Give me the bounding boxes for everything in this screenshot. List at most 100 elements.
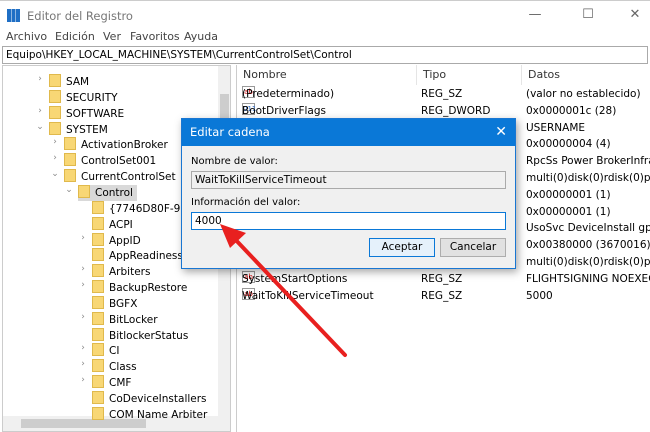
value-data: 5000	[526, 289, 553, 302]
column-header-nombre[interactable]: Nombre	[237, 65, 417, 85]
folder-icon	[92, 375, 104, 389]
folder-icon	[92, 295, 104, 309]
value-data: 0x00000004 (4)	[526, 138, 611, 151]
tree-item[interactable]: CI	[92, 343, 119, 359]
menu-favoritos[interactable]: Favoritos	[130, 30, 180, 43]
folder-icon	[49, 74, 61, 87]
tree-item[interactable]: CMF	[92, 375, 131, 391]
value-data: USERNAME	[526, 121, 586, 134]
expand-chevron-icon[interactable]: ⌄	[35, 122, 45, 132]
tree-item[interactable]: AppID	[92, 232, 141, 249]
value-data: FLIGHTSIGNING NOEXEC	[526, 272, 650, 285]
expand-chevron-icon[interactable]: ⌄	[50, 169, 60, 179]
value-name-text: (Predeterminado)	[242, 88, 335, 100]
tree-item-label: SECURITY	[66, 91, 118, 104]
tree-item[interactable]: BitlockerStatus	[92, 327, 189, 344]
value-data: 0x00380000 (3670016)	[526, 239, 650, 252]
tree-item[interactable]: ActivationBroker	[64, 137, 168, 153]
tree-item-label: BitLocker	[109, 313, 158, 326]
menu-ver[interactable]: Ver	[103, 30, 121, 43]
dialog-close-icon[interactable]: ✕	[495, 119, 507, 146]
tree-item-label: SOFTWARE	[66, 107, 125, 120]
tree-item-label: Class	[109, 361, 137, 374]
menu-bar: Archivo Edición Ver Favoritos Ayuda	[0, 30, 650, 46]
tree-item-label: BitlockerStatus	[109, 329, 189, 342]
tree-item[interactable]: Class	[92, 359, 137, 375]
folder-icon	[64, 169, 76, 183]
tree-item[interactable]: BackupRestore	[92, 280, 187, 296]
tree-item[interactable]: SYSTEM	[49, 121, 108, 138]
value-name-label: Nombre de valor:	[191, 156, 278, 167]
expand-chevron-icon[interactable]: ›	[78, 359, 88, 369]
value-data: RpcSs Power BrokerInfrast	[526, 155, 650, 168]
tree-item[interactable]: Control	[78, 184, 137, 201]
tree-item[interactable]: ControlSet001	[64, 153, 156, 169]
close-button[interactable]: ✕	[620, 5, 650, 25]
tree-item[interactable]: BitLocker	[92, 311, 158, 328]
menu-ayuda[interactable]: Ayuda	[184, 30, 218, 43]
expand-chevron-icon[interactable]: ›	[78, 264, 88, 274]
expand-chevron-icon[interactable]: ›	[78, 375, 88, 385]
value-data: multi(0)disk(0)rdisk(0)part	[526, 256, 650, 268]
tree-item-label: CurrentControlSet	[81, 171, 176, 184]
tree-item[interactable]: BGFX	[92, 295, 138, 312]
value-data-input[interactable]: 4000	[191, 212, 506, 230]
folder-icon	[92, 248, 104, 262]
tree-item-label: BGFX	[109, 297, 138, 310]
tree-item-label: Arbiters	[109, 266, 151, 279]
value-data: UsoSvc DeviceInstall gpsvc	[526, 222, 650, 235]
tree-item-label: AppReadiness	[109, 250, 183, 263]
value-data: 0x0000001c (28)	[526, 104, 617, 117]
dialog-title-text: Editar cadena	[190, 125, 270, 139]
expand-chevron-icon[interactable]: ›	[50, 153, 60, 163]
list-row[interactable]: ab SystemStartOptions REG_SZ FLIGHTSIGNING…	[237, 270, 650, 288]
expand-chevron-icon[interactable]: ›	[78, 312, 88, 322]
tree-item-label: ControlSet001	[81, 155, 157, 168]
value-data: multi(0)disk(0)rdisk(0)part	[526, 172, 650, 184]
list-row[interactable]: ab WaitToKillServiceTimeout REG_SZ 5000	[237, 287, 650, 305]
expand-chevron-icon[interactable]: ›	[35, 106, 45, 116]
maximize-button[interactable]: ☐	[573, 5, 603, 25]
folder-icon	[78, 184, 90, 198]
tree-item[interactable]: SECURITY	[49, 89, 118, 106]
expand-chevron-icon[interactable]: ›	[78, 280, 88, 290]
cancel-button[interactable]: Cancelar	[440, 238, 506, 257]
expand-chevron-icon[interactable]: ⌄	[64, 185, 74, 195]
tree-item-label: SYSTEM	[66, 123, 108, 136]
address-bar[interactable]: Equipo\HKEY_LOCAL_MACHINE\SYSTEM\Current…	[2, 46, 648, 64]
value-name-text: WaitToKillServiceTimeout	[242, 289, 374, 302]
minimize-button[interactable]: —	[520, 5, 550, 25]
folder-icon	[49, 89, 61, 103]
menu-edicion[interactable]: Edición	[55, 30, 95, 43]
tree-item[interactable]: COM Name Arbiter	[92, 406, 207, 423]
folder-icon	[92, 343, 104, 357]
tree-item[interactable]: AppReadiness	[92, 248, 183, 264]
expand-chevron-icon[interactable]: ›	[78, 343, 88, 353]
tree-item[interactable]: ACPI	[92, 216, 133, 233]
tree-item[interactable]: CurrentControlSet	[64, 169, 176, 185]
tree-item-label: SAM	[66, 76, 90, 88]
tree-item[interactable]: CoDeviceInstallers	[92, 391, 207, 407]
folder-icon	[92, 280, 104, 294]
expand-chevron-icon[interactable]: ›	[35, 74, 45, 84]
menu-archivo[interactable]: Archivo	[6, 30, 47, 43]
list-row[interactable]: ab (Predeterminado) REG_SZ (valor no establ…	[237, 86, 650, 103]
tree-item-label: BackupRestore	[109, 282, 188, 295]
column-header-datos[interactable]: Datos	[522, 65, 650, 85]
tree-item[interactable]: SOFTWARE	[49, 105, 125, 122]
window-title: Editor del Registro	[27, 9, 133, 23]
value-type: REG_SZ	[421, 272, 463, 285]
expand-chevron-icon[interactable]: ›	[50, 137, 60, 147]
tree-item-label: ACPI	[109, 218, 133, 231]
tree-item-label: CI	[109, 345, 120, 358]
accept-button[interactable]: Aceptar	[369, 238, 435, 257]
tree-item[interactable]: SAM	[49, 74, 89, 90]
expand-chevron-icon[interactable]: ›	[78, 233, 88, 243]
folder-icon	[92, 327, 104, 341]
column-header-tipo[interactable]: Tipo	[417, 65, 522, 85]
dialog-title: Editar cadena	[182, 119, 515, 146]
value-data-label: Información del valor:	[191, 197, 301, 208]
value-data: (valor no establecido)	[526, 88, 641, 100]
tree-item[interactable]: Arbiters	[92, 264, 150, 280]
tree-item-label: ActivationBroker	[81, 139, 168, 152]
